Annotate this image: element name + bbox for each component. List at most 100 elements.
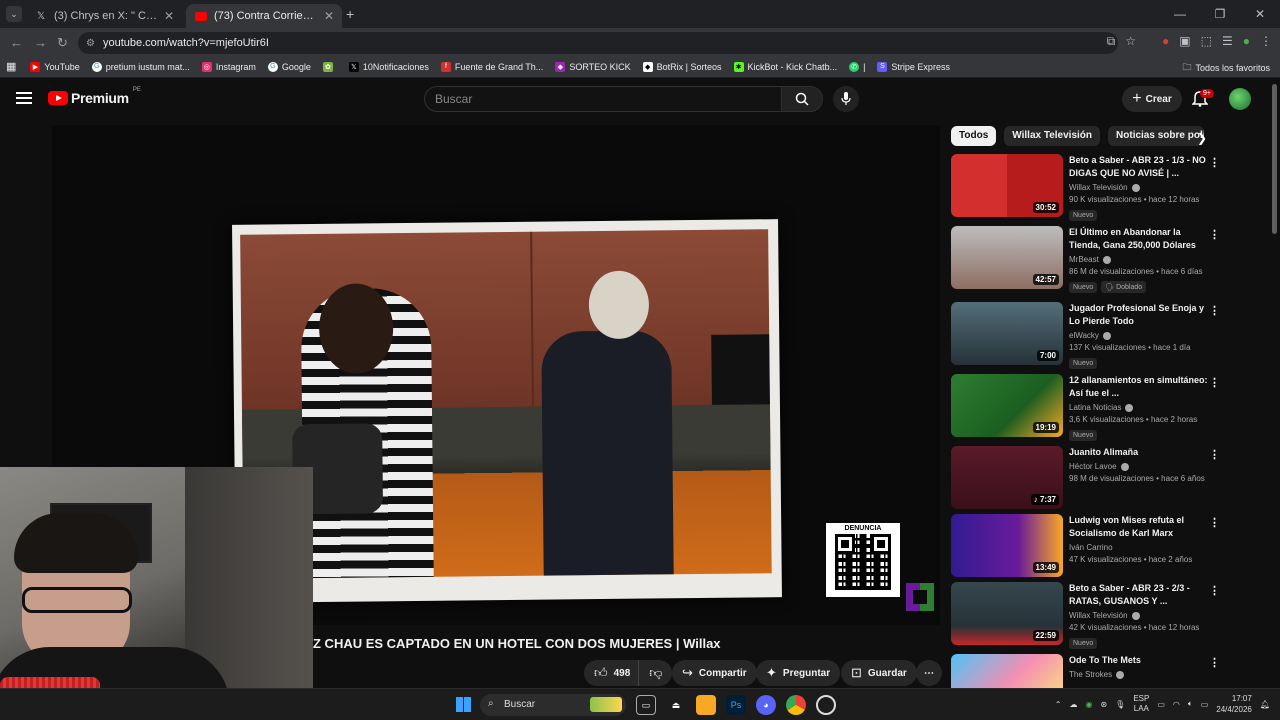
new-tab-button[interactable]: + [346,6,354,22]
site-info-icon[interactable]: ⚙ [86,38,95,49]
microphone-icon[interactable]: 🎙︎ [1115,700,1125,709]
more-vert-icon[interactable]: ⋮ [1209,156,1220,169]
rec-title[interactable]: Ode To The Mets [1069,654,1209,667]
search-input[interactable]: Buscar [424,86,782,112]
all-bookmarks-folder[interactable]: 🗀 Todos los favoritos [1182,60,1270,76]
display-icon[interactable]: ▭ [1157,700,1165,709]
list-item[interactable]: 22:59 Beto a Saber - ABR 23 - 2/3 - RATA… [951,582,1271,654]
channel-name[interactable]: Iván Carrino [1069,543,1209,552]
video-thumbnail[interactable]: 7:00 [951,302,1063,365]
dislike-button[interactable]: 👎︎ [638,660,673,686]
tray-app-icon[interactable]: ⊛ [1100,700,1107,709]
wifi-icon[interactable]: ◠ [1173,700,1180,709]
url-field[interactable]: ⚙ youtube.com/watch?v=mjefoUtir6I [78,32,1118,54]
ask-button[interactable]: ✦ Preguntar [756,660,841,686]
more-vert-icon[interactable]: ⋮ [1209,516,1220,529]
list-item[interactable]: 30:52 Beto a Saber - ABR 23 - 1/3 - NO D… [951,154,1271,226]
channel-name[interactable]: Willax Televisión [1069,183,1209,192]
bookmark-star-icon[interactable]: ☆ [1125,34,1136,49]
search-button[interactable] [781,86,823,112]
list-item[interactable]: 13:49 Ludwig von Mises refuta el Sociali… [951,514,1271,582]
bookmark-google[interactable]: G Google [267,61,311,72]
onedrive-icon[interactable]: ☁ [1069,700,1077,709]
apps-icon[interactable]: ▦ [6,60,16,73]
reading-list-icon[interactable]: ☰ [1222,34,1233,49]
video-thumbnail[interactable]: 42:57 [951,226,1063,289]
more-vert-icon[interactable]: ⋮ [1209,304,1220,317]
taskbar-search[interactable]: ⌕ Buscar [480,694,626,716]
bookmark-stripe[interactable]: S Stripe Express [877,61,950,72]
rec-title[interactable]: Ludwig von Mises refuta el Socialismo de… [1069,514,1209,540]
windows-start-icon[interactable] [456,697,471,712]
save-button[interactable]: ⊡ Guardar [841,660,917,686]
bookmark-instagram[interactable]: ◎ Instagram [201,61,256,72]
language-indicator[interactable]: ESP LAA [1133,694,1149,714]
task-view-icon[interactable]: ▭ [636,695,656,715]
chip-todos[interactable]: Todos [951,126,997,146]
photoshop-icon[interactable]: Ps [726,695,746,715]
profile-icon[interactable]: ● [1243,34,1250,49]
chevron-right-icon[interactable]: ❯ [1197,131,1207,145]
discord-icon[interactable]: ◕ [756,695,776,715]
volume-icon[interactable]: 🔈︎ [1188,699,1193,709]
extension-icon[interactable]: ▣ [1179,34,1190,49]
channel-watermark-icon[interactable] [906,583,934,611]
close-icon[interactable]: ✕ [324,9,334,23]
avatar[interactable] [1229,88,1251,110]
cast-icon[interactable]: ⧉ [1107,34,1116,49]
bookmark-kickbot[interactable]: ✱ KickBot - Kick Chatb... [733,61,837,72]
bookmark-whatsapp[interactable]: ✆ | [849,61,865,72]
channel-name[interactable]: Héctor Lavoe [1069,462,1209,471]
tab-search-button[interactable]: ⌄ [6,6,22,22]
notification-center-icon[interactable]: 🔔︎ [1260,700,1270,709]
rec-title[interactable]: Jugador Profesional Se Enoja y Lo Pierde… [1069,302,1209,328]
bookmark-10notificaciones[interactable]: 𝕏 10Notificaciones [348,61,429,72]
channel-name[interactable]: Latina Noticias [1069,403,1209,412]
video-thumbnail[interactable]: 22:59 [951,582,1063,645]
bookmark-pretium[interactable]: Gpretium iustum mat... [91,61,190,72]
page-scrollbar[interactable] [1272,84,1277,234]
close-window-icon[interactable]: ✕ [1240,0,1280,28]
file-explorer-icon[interactable] [696,695,716,715]
channel-name[interactable]: Willax Televisión [1069,611,1209,620]
more-vert-icon[interactable]: ⋮ [1209,448,1220,461]
chrome-icon[interactable] [786,695,806,715]
reload-icon[interactable]: ↻ [57,35,68,51]
channel-name[interactable]: The Strokes [1069,670,1209,679]
like-button[interactable]: 👍︎ 498 [584,660,639,686]
rec-title[interactable]: Juanito Alimaña [1069,446,1209,459]
tray-app-icon[interactable]: ◉ [1085,700,1092,709]
video-thumbnail[interactable]: 19:19 [951,374,1063,437]
bookmark-grand-theft[interactable]: f Fuente de Grand Th... [440,61,543,72]
video-thumbnail[interactable]: ♪ 7:37 [951,446,1063,509]
chip-noticias[interactable]: Noticias sobre politic [1108,126,1205,146]
rec-title[interactable]: Beto a Saber - ABR 23 - 2/3 - RATAS, GUS… [1069,582,1209,608]
bookmark-sorteo-kick[interactable]: ◆ SORTEO KICK [555,61,631,72]
obs-icon[interactable] [816,695,836,715]
clock[interactable]: 17:07 24/4/2026 [1216,693,1252,715]
list-item[interactable]: ♪ 7:37 Juanito Alimaña Héctor Lavoe 98 M… [951,446,1271,514]
extension-red-icon[interactable]: ● [1162,34,1169,49]
menu-hamburger-icon[interactable] [16,92,32,104]
bookmark-app[interactable]: ✿ [322,61,337,72]
more-vert-icon[interactable]: ⋮ [1209,656,1220,669]
minimize-icon[interactable]: — [1160,0,1200,28]
chip-willax[interactable]: Willax Televisión [1004,126,1101,146]
youtube-premium-logo[interactable]: Premium PE [48,87,141,106]
channel-name[interactable]: MrBeast [1069,255,1209,264]
usb-icon[interactable]: ⏏ [666,695,686,715]
browser-tab[interactable]: 𝕏 (3) Chrys en X: " CURWEN CO ✕ [26,4,182,28]
bookmark-youtube[interactable]: ▶ YouTube [30,61,80,72]
list-item[interactable]: 42:57 El Último en Abandonar la Tienda, … [951,226,1271,302]
rec-title[interactable]: 12 allanamientos en simultáneo: Así fue … [1069,374,1209,400]
rec-title[interactable]: El Último en Abandonar la Tienda, Gana 2… [1069,226,1209,252]
rec-title[interactable]: Beto a Saber - ABR 23 - 1/3 - NO DIGAS Q… [1069,154,1209,180]
more-vert-icon[interactable]: ⋮ [1209,228,1220,241]
more-actions-button[interactable]: ⋯ [916,660,942,686]
browser-tab-active[interactable]: (73) Contra Corriente - ABR 23 ✕ [186,4,342,28]
share-button[interactable]: ↪ Compartir [672,660,757,686]
video-thumbnail[interactable]: 30:52 [951,154,1063,217]
more-vert-icon[interactable]: ⋮ [1209,584,1220,597]
close-icon[interactable]: ✕ [164,9,174,23]
channel-name[interactable]: elWacky [1069,331,1209,340]
